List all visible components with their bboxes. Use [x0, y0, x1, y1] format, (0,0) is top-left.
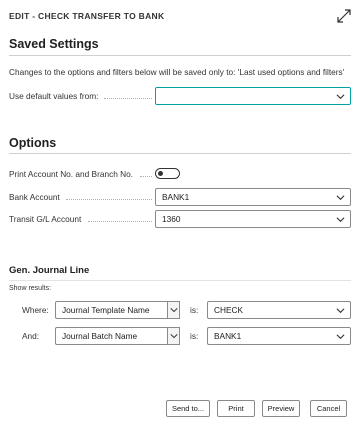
filter-field-dropdown-button[interactable]: [167, 327, 180, 345]
filter-field-name: Journal Template Name: [62, 305, 150, 315]
chevron-down-icon: [336, 334, 345, 340]
filter-is-label: is:: [190, 305, 199, 315]
filter-value: CHECK: [214, 305, 244, 315]
section-divider: [9, 55, 351, 56]
print-button[interactable]: Print: [217, 400, 255, 417]
chevron-down-icon: [336, 195, 345, 201]
bank-account-label: Bank Account: [9, 192, 60, 202]
transit-account-select[interactable]: 1360: [155, 210, 351, 228]
journal-line-heading: Gen. Journal Line: [9, 265, 90, 276]
transit-account-label: Transit G/L Account: [9, 214, 82, 224]
label-leader: [104, 98, 152, 99]
filter-is-label: is:: [190, 331, 199, 341]
filter-connector: Where:: [22, 305, 49, 315]
expand-icon[interactable]: [336, 8, 352, 24]
section-divider: [9, 280, 351, 281]
transit-account-value: 1360: [162, 214, 181, 224]
chevron-down-icon: [336, 308, 345, 314]
show-results-label: Show results:: [9, 285, 52, 292]
filter-value-select[interactable]: BANK1: [207, 327, 351, 345]
filter-field-name: Journal Batch Name: [62, 331, 138, 341]
filter-field-dropdown-button[interactable]: [167, 301, 180, 319]
saved-settings-heading: Saved Settings: [9, 37, 99, 51]
default-values-select[interactable]: [155, 87, 351, 105]
label-leader: [66, 199, 152, 200]
toggle-knob: [158, 171, 163, 176]
chevron-down-icon: [170, 334, 178, 339]
chevron-down-icon: [170, 308, 178, 313]
label-leader: [140, 176, 152, 177]
label-leader: [88, 221, 152, 222]
section-divider: [9, 153, 351, 154]
options-heading: Options: [9, 136, 57, 150]
bank-account-select[interactable]: BANK1: [155, 188, 351, 206]
cancel-button[interactable]: Cancel: [310, 400, 347, 417]
bank-account-value: BANK1: [162, 192, 190, 202]
filter-field-select[interactable]: Journal Template Name: [55, 301, 169, 319]
chevron-down-icon: [336, 217, 345, 223]
send-to-button[interactable]: Send to...: [166, 400, 210, 417]
default-values-label: Use default values from:: [9, 91, 99, 101]
print-account-toggle[interactable]: [155, 168, 180, 179]
chevron-down-icon: [336, 94, 345, 100]
dialog-title: EDIT - CHECK TRANSFER TO BANK: [9, 11, 165, 21]
preview-button[interactable]: Preview: [262, 400, 300, 417]
filter-connector: And:: [22, 331, 40, 341]
filter-value-select[interactable]: CHECK: [207, 301, 351, 319]
print-account-label: Print Account No. and Branch No.: [9, 169, 134, 179]
filter-field-select[interactable]: Journal Batch Name: [55, 327, 169, 345]
saved-settings-note: Changes to the options and filters below…: [9, 67, 345, 77]
filter-value: BANK1: [214, 331, 242, 341]
